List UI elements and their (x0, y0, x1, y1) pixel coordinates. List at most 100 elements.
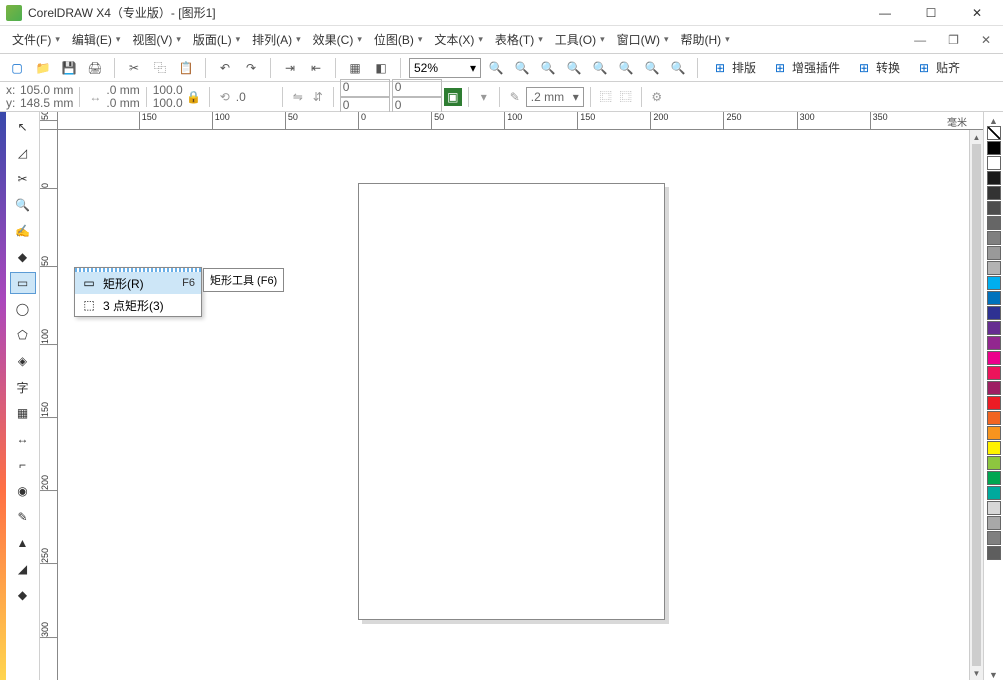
zoom-width-icon[interactable]: 🔍 (641, 57, 663, 79)
palette-scroll-down-icon[interactable]: ▼ (984, 670, 1003, 680)
outline-width-combo[interactable]: .2 mm▾ (526, 87, 584, 107)
color-swatch[interactable] (987, 201, 1001, 215)
color-swatch[interactable] (987, 321, 1001, 335)
flyout-item-3point-rectangle[interactable]: ⬚ 3 点矩形(3) (75, 294, 201, 316)
menu-file[interactable]: 文件(F)▾ (6, 27, 66, 52)
convert-button[interactable]: ⊞转换 (850, 57, 906, 78)
color-swatch[interactable] (987, 171, 1001, 185)
to-front-icon[interactable]: ▣ (444, 88, 462, 106)
color-swatch[interactable] (987, 156, 1001, 170)
menu-table[interactable]: 表格(T)▾ (489, 27, 549, 52)
zoom-in-icon[interactable]: 🔍 (485, 57, 507, 79)
menu-tools[interactable]: 工具(O)▾ (549, 27, 611, 52)
print-icon[interactable]: 🖨 (84, 57, 106, 79)
rotation-field[interactable]: .0 (236, 90, 276, 104)
color-swatch[interactable] (987, 501, 1001, 515)
minimize-button[interactable]: — (871, 3, 899, 23)
scroll-up-icon[interactable]: ▲ (970, 130, 983, 144)
horizontal-ruler[interactable]: 毫米 05010015020025030035050100150 (58, 112, 983, 130)
color-swatch[interactable] (987, 186, 1001, 200)
menu-view[interactable]: 视图(V)▾ (126, 27, 187, 52)
scale-x[interactable]: 100.0 (153, 83, 183, 97)
color-swatch[interactable] (987, 486, 1001, 500)
mdi-restore-button[interactable]: ❐ (942, 31, 965, 49)
option-1-icon[interactable]: ⿴ (597, 88, 615, 106)
pick-tool-icon[interactable]: ↖ (10, 116, 36, 138)
option-2-icon[interactable]: ⿴ (617, 88, 635, 106)
redo-icon[interactable]: ↷ (240, 57, 262, 79)
pos-x[interactable]: 105.0 mm (20, 83, 73, 97)
zoom-selection-icon[interactable]: 🔍 (563, 57, 585, 79)
collapse-icon[interactable]: ▾ (475, 88, 493, 106)
welcome-icon[interactable]: ◧ (370, 57, 392, 79)
color-swatch[interactable] (987, 276, 1001, 290)
color-swatch[interactable] (987, 516, 1001, 530)
color-swatch[interactable] (987, 216, 1001, 230)
paste-icon[interactable]: 📋 (175, 57, 197, 79)
vertical-scrollbar[interactable]: ▲ ▼ (969, 130, 983, 680)
lock-ratio-icon[interactable]: 🔒 (185, 88, 203, 106)
color-swatch[interactable] (987, 471, 1001, 485)
dimension-tool-icon[interactable]: ↔ (10, 428, 36, 450)
fill-tool-icon[interactable]: ◢ (10, 558, 36, 580)
cut-icon[interactable]: ✂ (123, 57, 145, 79)
color-swatch[interactable] (987, 141, 1001, 155)
enhance-plugin-button[interactable]: ⊞增强插件 (766, 57, 846, 78)
maximize-button[interactable]: ☐ (917, 3, 945, 23)
color-swatch[interactable] (987, 366, 1001, 380)
close-button[interactable]: ✕ (963, 3, 991, 23)
menu-text[interactable]: 文本(X)▾ (428, 27, 489, 52)
copy-icon[interactable]: ⿻ (149, 57, 171, 79)
zoom-all-icon[interactable]: 🔍 (589, 57, 611, 79)
freehand-tool-icon[interactable]: ✍ (10, 220, 36, 242)
scroll-thumb[interactable] (972, 144, 981, 666)
swatch-none[interactable] (987, 126, 1001, 140)
shape-tool-icon[interactable]: ◿ (10, 142, 36, 164)
zoom-actual-icon[interactable]: 🔍 (537, 57, 559, 79)
rectangle-tool-icon[interactable]: ▭ (10, 272, 36, 294)
new-document-icon[interactable]: ▢ (6, 57, 28, 79)
color-swatch[interactable] (987, 531, 1001, 545)
text-tool-icon[interactable]: 字 (10, 376, 36, 398)
color-swatch[interactable] (987, 261, 1001, 275)
color-swatch[interactable] (987, 381, 1001, 395)
polygon-tool-icon[interactable]: ⬠ (10, 324, 36, 346)
color-swatch[interactable] (987, 456, 1001, 470)
nudge-x2[interactable]: 0 (392, 79, 442, 97)
crop-tool-icon[interactable]: ✂ (10, 168, 36, 190)
arrange-button[interactable]: ⊞排版 (706, 57, 762, 78)
menu-window[interactable]: 窗口(W)▾ (611, 27, 675, 52)
mirror-h-icon[interactable]: ⇋ (289, 88, 307, 106)
app-launcher-icon[interactable]: ▦ (344, 57, 366, 79)
scroll-down-icon[interactable]: ▼ (970, 666, 983, 680)
color-swatch[interactable] (987, 441, 1001, 455)
color-swatch[interactable] (987, 411, 1001, 425)
menu-effects[interactable]: 效果(C)▾ (307, 27, 368, 52)
export-icon[interactable]: ⇤ (305, 57, 327, 79)
settings-icon[interactable]: ⚙ (648, 88, 666, 106)
table-tool-icon[interactable]: ▦ (10, 402, 36, 424)
pos-y[interactable]: 148.5 mm (20, 96, 73, 110)
basic-shapes-tool-icon[interactable]: ◈ (10, 350, 36, 372)
menu-edit[interactable]: 编辑(E)▾ (66, 27, 127, 52)
color-swatch[interactable] (987, 231, 1001, 245)
ellipse-tool-icon[interactable]: ◯ (10, 298, 36, 320)
zoom-out-icon[interactable]: 🔍 (511, 57, 533, 79)
zoom-page-icon[interactable]: 🔍 (615, 57, 637, 79)
menu-arrange[interactable]: 排列(A)▾ (246, 27, 307, 52)
color-swatch[interactable] (987, 546, 1001, 560)
interactive-fill-tool-icon[interactable]: ◆ (10, 584, 36, 606)
menu-help[interactable]: 帮助(H)▾ (675, 27, 736, 52)
color-swatch[interactable] (987, 396, 1001, 410)
smart-fill-tool-icon[interactable]: ◆ (10, 246, 36, 268)
color-swatch[interactable] (987, 426, 1001, 440)
palette-scroll-up-icon[interactable]: ▲ (984, 116, 1003, 126)
vertical-ruler[interactable]: 50050100150200250300 (40, 130, 58, 680)
mirror-v-icon[interactable]: ⇵ (309, 88, 327, 106)
open-icon[interactable]: 📁 (32, 57, 54, 79)
zoom-combo[interactable]: 52%▾ (409, 58, 481, 78)
eyedropper-tool-icon[interactable]: ✎ (10, 506, 36, 528)
snap-button[interactable]: ⊞贴齐 (910, 57, 966, 78)
width-field[interactable]: .0 mm (106, 83, 139, 97)
color-swatch[interactable] (987, 351, 1001, 365)
